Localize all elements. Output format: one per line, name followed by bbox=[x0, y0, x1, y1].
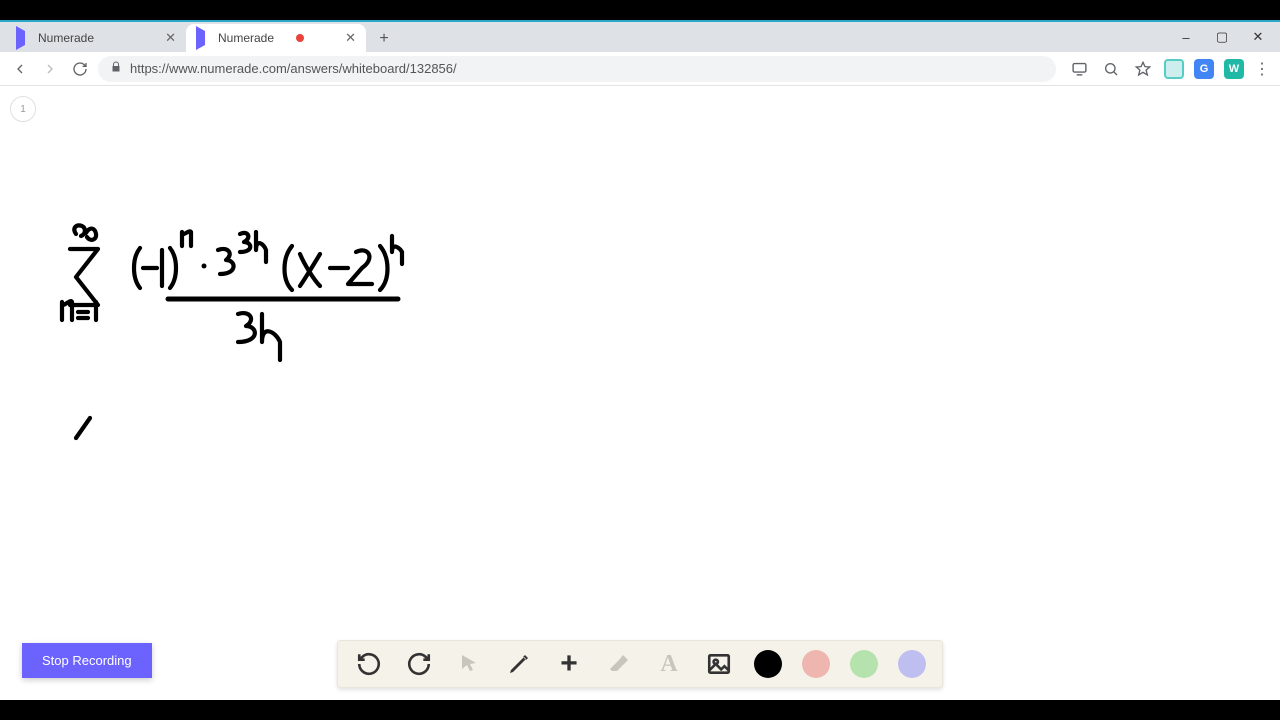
letterbox-bottom bbox=[0, 700, 1280, 720]
undo-button[interactable] bbox=[354, 649, 384, 679]
close-tab-icon[interactable]: ✕ bbox=[155, 30, 176, 46]
tab-numerade-2[interactable]: Numerade ✕ bbox=[186, 24, 366, 52]
back-button[interactable] bbox=[8, 57, 32, 81]
color-swatch-pink[interactable] bbox=[802, 650, 830, 678]
close-tab-icon[interactable]: ✕ bbox=[335, 30, 356, 46]
bookmark-star-icon[interactable] bbox=[1132, 58, 1154, 80]
tab-title: Numerade bbox=[38, 31, 94, 45]
text-tool[interactable]: A bbox=[654, 649, 684, 679]
color-swatch-purple[interactable] bbox=[898, 650, 926, 678]
color-swatch-black[interactable] bbox=[754, 650, 782, 678]
window-controls: – ▢ ✕ bbox=[1168, 22, 1280, 52]
profile-avatar[interactable]: W bbox=[1224, 59, 1244, 79]
close-window-button[interactable]: ✕ bbox=[1240, 29, 1276, 45]
menu-button[interactable]: ⋮ bbox=[1254, 59, 1270, 79]
cursor-tool[interactable] bbox=[454, 649, 484, 679]
browser-window: Numerade ✕ Numerade ✕ + – ▢ ✕ bbox=[0, 20, 1280, 700]
add-button[interactable]: + bbox=[554, 649, 584, 679]
url-input[interactable]: https://www.numerade.com/answers/whitebo… bbox=[98, 56, 1056, 82]
recording-indicator-icon bbox=[296, 34, 304, 42]
color-swatch-green[interactable] bbox=[850, 650, 878, 678]
tab-title: Numerade bbox=[218, 31, 274, 45]
whiteboard-canvas[interactable] bbox=[0, 86, 1280, 682]
favicon-icon bbox=[16, 31, 30, 45]
redo-button[interactable] bbox=[404, 649, 434, 679]
extension-icon-2[interactable]: G bbox=[1194, 59, 1214, 79]
minimize-button[interactable]: – bbox=[1168, 30, 1204, 45]
eraser-tool[interactable] bbox=[604, 649, 634, 679]
forward-button[interactable] bbox=[38, 57, 62, 81]
tab-strip: Numerade ✕ Numerade ✕ + – ▢ ✕ bbox=[0, 22, 1280, 52]
new-tab-button[interactable]: + bbox=[370, 26, 398, 52]
tab-numerade-1[interactable]: Numerade ✕ bbox=[6, 24, 186, 52]
image-tool[interactable] bbox=[704, 649, 734, 679]
letterbox-top bbox=[0, 0, 1280, 20]
cast-icon[interactable] bbox=[1068, 58, 1090, 80]
reload-button[interactable] bbox=[68, 57, 92, 81]
maximize-button[interactable]: ▢ bbox=[1204, 29, 1240, 45]
whiteboard-page: 1 bbox=[0, 86, 1280, 700]
address-bar: https://www.numerade.com/answers/whitebo… bbox=[0, 52, 1280, 86]
stop-recording-button[interactable]: Stop Recording bbox=[22, 643, 152, 678]
pen-tool[interactable] bbox=[504, 649, 534, 679]
toolbar-right: G W ⋮ bbox=[1062, 58, 1272, 80]
whiteboard-toolbar: + A bbox=[337, 640, 943, 688]
lock-icon bbox=[110, 61, 122, 76]
extension-icon-1[interactable] bbox=[1164, 59, 1184, 79]
search-icon[interactable] bbox=[1100, 58, 1122, 80]
url-text: https://www.numerade.com/answers/whitebo… bbox=[130, 61, 457, 76]
favicon-icon bbox=[196, 31, 210, 45]
